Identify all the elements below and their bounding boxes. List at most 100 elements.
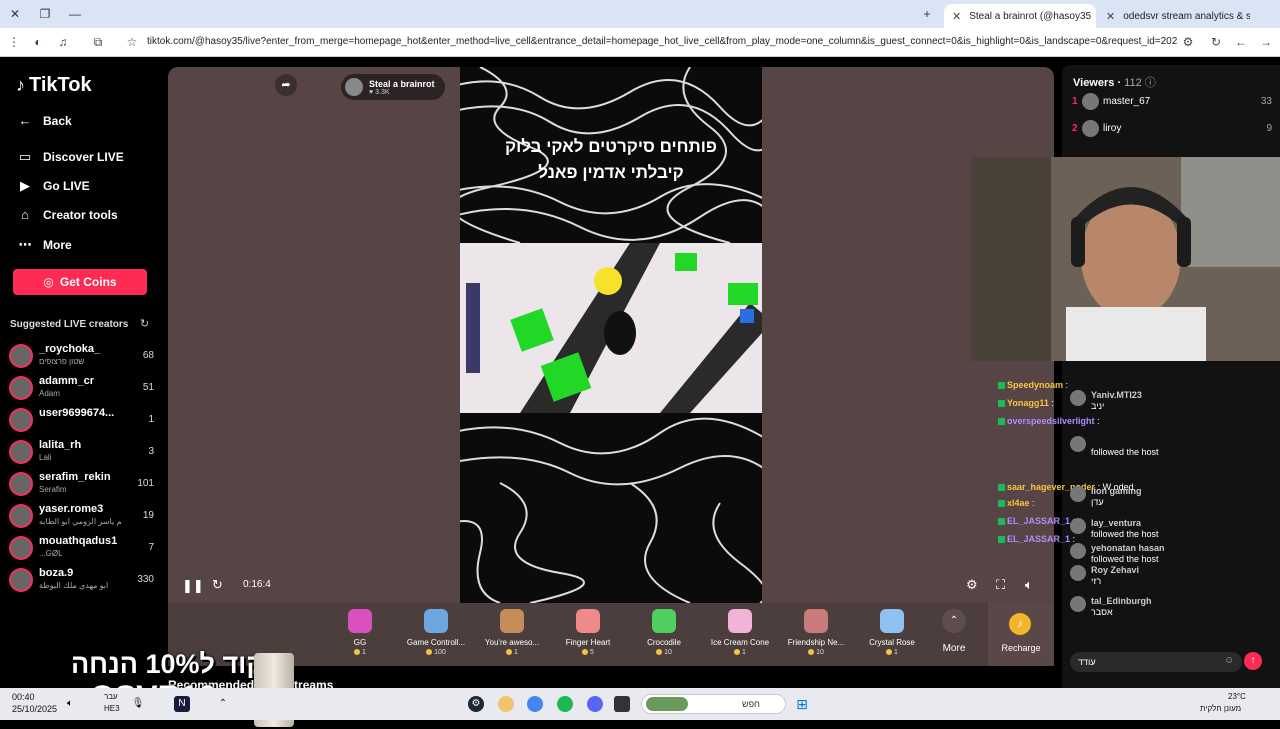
tiktok-live-page: ♪ TikTok ← Back ▭ Discover LIVE ▶ Go LIVE ⌂ C… xyxy=(0,57,1280,727)
gift-item[interactable]: Game Controll... 100 xyxy=(396,609,476,656)
spotify-icon[interactable] xyxy=(557,696,573,712)
close-tab-icon[interactable]: ✕ xyxy=(952,10,961,23)
nav-more[interactable]: ⋯ More xyxy=(16,236,72,254)
streamer-avatar[interactable] xyxy=(345,78,363,96)
chrome-icon[interactable] xyxy=(527,696,543,712)
emoji-icon[interactable]: ☺ xyxy=(1224,655,1234,666)
tab-analytics[interactable]: ✕ odedsvr stream analytics & stat xyxy=(1098,4,1250,28)
back-arrow-icon: ← xyxy=(18,113,32,128)
gift-more-button[interactable]: ⌃ More xyxy=(914,609,994,654)
forward-arrow-icon[interactable]: → xyxy=(1258,34,1274,50)
stream-time: 0:16:4 xyxy=(243,579,271,590)
camera-icon: ▶ xyxy=(20,178,30,193)
pause-button[interactable]: ❚❚ xyxy=(182,578,204,594)
chat-message: lay_ventura followed the host xyxy=(1070,518,1260,544)
fullscreen-button[interactable]: ⛶ xyxy=(996,577,1005,593)
chat-message: xl4ae : xyxy=(998,498,1035,512)
steam-icon[interactable]: ⚙ xyxy=(468,696,484,712)
gift-item[interactable]: Crocodile 10 xyxy=(624,609,704,656)
nav-discover-live[interactable]: ▭ Discover LIVE xyxy=(16,148,124,166)
avatar[interactable] xyxy=(1070,518,1086,534)
close-window-icon[interactable]: ✕ xyxy=(6,5,24,23)
avatar[interactable] xyxy=(1070,436,1086,452)
gift-item[interactable]: Friendship Ne... 10 xyxy=(776,609,856,656)
suggested-creator[interactable]: _roychoka_ שטון פרצופים 68 xyxy=(9,342,154,370)
recharge-button[interactable]: ♪ Recharge xyxy=(988,603,1054,666)
language-indicator[interactable]: עבר xyxy=(104,692,118,701)
viewers-title: Viewers · 112 ⓘ xyxy=(1073,77,1156,89)
file-icon[interactable] xyxy=(614,696,630,712)
send-button[interactable]: ↑ xyxy=(1244,652,1262,670)
suggested-creator[interactable]: user9699674... 1 xyxy=(9,406,154,434)
more-dots-icon: ⋯ xyxy=(18,237,32,252)
chevron-up-icon[interactable]: ⌃ xyxy=(215,696,231,712)
gift-item[interactable]: You're aweso... 1 xyxy=(472,609,552,656)
language-variant: HE3 xyxy=(104,704,120,713)
viewer-row[interactable]: 2 liroy 9 xyxy=(1072,120,1272,140)
get-coins-button[interactable]: ◎ Get Coins xyxy=(13,269,147,295)
avatar[interactable] xyxy=(1070,486,1086,502)
gift-item[interactable]: GG 1 xyxy=(320,609,400,656)
suggested-creator[interactable]: adamm_cr Adam 51 xyxy=(9,374,154,402)
back-arrow-icon[interactable]: ← xyxy=(1233,34,1249,50)
tiktok-logo[interactable]: ♪ TikTok xyxy=(16,74,92,97)
chat-input[interactable]: עודד xyxy=(1070,652,1242,672)
speaker-icon[interactable]: 🔈︎ xyxy=(62,696,78,712)
microphone-icon[interactable]: 🎙︎ xyxy=(130,696,146,712)
extension-icon[interactable]: ◐ xyxy=(30,34,46,50)
close-tab-icon[interactable]: ✕ xyxy=(1106,10,1115,23)
app-icon[interactable] xyxy=(498,696,514,712)
bookmark-star-icon[interactable]: ☆ xyxy=(124,34,140,50)
refresh-stream-button[interactable]: ↻ xyxy=(212,577,223,593)
streamer-pill[interactable]: Steal a brainrot ♥ 3.3K xyxy=(341,74,445,100)
refresh-icon[interactable]: ↻ xyxy=(140,317,149,330)
new-tab-icon[interactable]: + xyxy=(918,5,936,23)
gift-item[interactable]: Ice Cream Cone 1 xyxy=(700,609,780,656)
overlay-text-line1: פותחים סיקרטים לאקי בלוק xyxy=(505,137,717,156)
share-button[interactable]: ➦ xyxy=(275,74,297,96)
nav-go-live[interactable]: ▶ Go LIVE xyxy=(16,177,90,195)
suggested-creator[interactable]: mouathqadus1 ...GØL 7 xyxy=(9,534,154,562)
app-tray-icon[interactable]: N xyxy=(174,696,190,712)
taskbar-search[interactable]: חפש xyxy=(641,694,786,714)
suggested-creator[interactable]: boza.9 ابو مهدي ملك البوطة 330 xyxy=(9,566,154,594)
avatar[interactable] xyxy=(1070,543,1086,559)
settings-button[interactable]: ⚙ xyxy=(966,577,978,593)
discord-icon[interactable] xyxy=(587,696,603,712)
video-frame[interactable]: פותחים סיקרטים לאקי בלוק קיבלתי אדמין פא… xyxy=(460,67,762,603)
site-settings-icon[interactable]: ⚙ xyxy=(1180,34,1196,50)
topo-pattern-bottom xyxy=(460,417,762,603)
avatar[interactable] xyxy=(1070,390,1086,406)
gift-icon xyxy=(348,609,372,633)
send-arrow-icon: ↑ xyxy=(1250,655,1256,666)
restore-window-icon[interactable]: ❐ xyxy=(36,5,54,23)
screenshot-icon[interactable]: ⧉ xyxy=(90,34,106,50)
weather-temp[interactable]: 23°C xyxy=(1228,692,1246,701)
live-player[interactable]: פותחים סיקרטים לאקי בלוק קיבלתי אדמין פא… xyxy=(168,67,1054,603)
media-icon[interactable]: ♫ xyxy=(55,34,71,50)
browser-tab-bar: ✕ ❐ — + ✕ Steal a brainrot (@hasoy35 ✕ o… xyxy=(0,0,1280,28)
url-field[interactable]: tiktok.com/@hasoy35/live?enter_from_merg… xyxy=(147,36,1177,47)
windows-start-icon[interactable]: ⊞ xyxy=(794,696,810,712)
badge-icon xyxy=(998,400,1005,408)
suggested-creator[interactable]: lalita_rh Lali 3 xyxy=(9,438,154,466)
game-capture xyxy=(460,243,762,413)
volume-button[interactable]: 🔈︎ xyxy=(1025,577,1033,593)
menu-dots-icon[interactable]: ⋮ xyxy=(6,34,22,50)
minimize-window-icon[interactable]: — xyxy=(66,5,84,23)
avatar[interactable] xyxy=(1070,596,1086,612)
info-icon[interactable]: ⓘ xyxy=(1145,77,1156,89)
suggested-creator[interactable]: serafim_rekin Serafim 101 xyxy=(9,470,154,498)
reload-icon[interactable]: ↻ xyxy=(1208,34,1224,50)
viewer-row[interactable]: 1 master_67 33 xyxy=(1072,93,1272,113)
gift-item[interactable]: Finger Heart 5 xyxy=(548,609,628,656)
overlay-text-line2: קיבלתי אדמין פאנל xyxy=(538,163,684,182)
avatar[interactable] xyxy=(1070,565,1086,581)
avatar xyxy=(1082,93,1099,110)
back-link[interactable]: ← Back xyxy=(16,112,72,130)
nav-creator-tools[interactable]: ⌂ Creator tools xyxy=(16,206,118,224)
avatar xyxy=(9,408,33,432)
tab-tiktok[interactable]: ✕ Steal a brainrot (@hasoy35 xyxy=(944,4,1096,28)
speaker-icon: 🔈︎ xyxy=(1025,577,1033,592)
suggested-creator[interactable]: yaser.rome3مطعم ياسر الرومي ابو الطابه19 xyxy=(9,502,154,530)
